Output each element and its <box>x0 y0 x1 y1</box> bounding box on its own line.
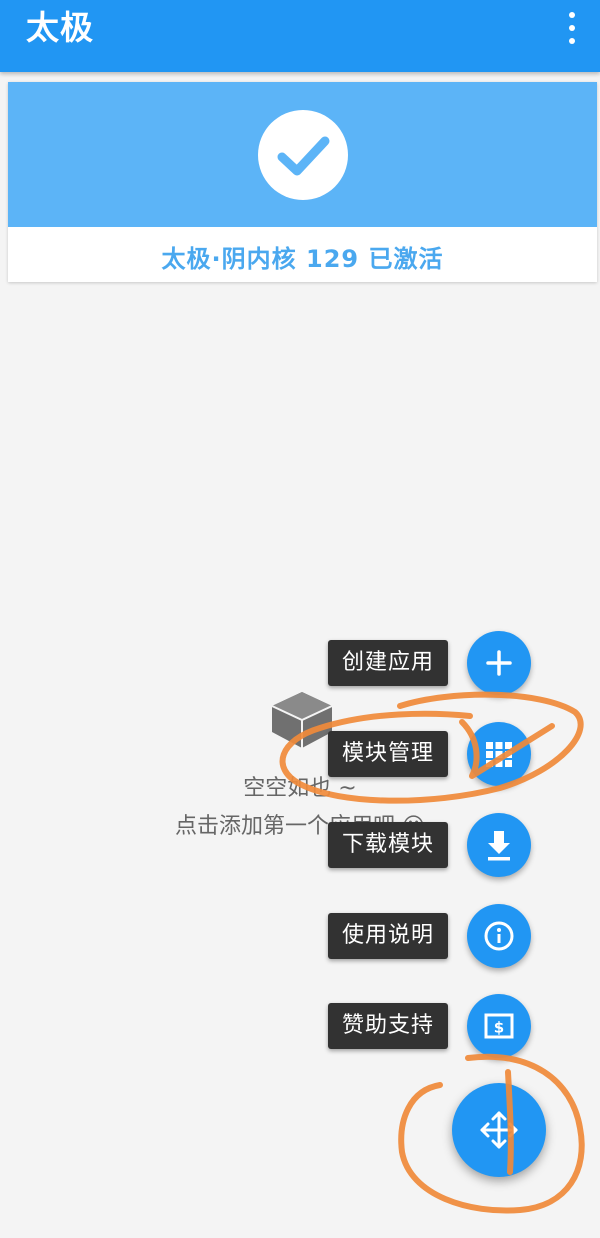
fab-label-sponsor[interactable]: 赞助支持 <box>327 1003 448 1049</box>
grid-icon <box>486 742 512 767</box>
download-module-button[interactable] <box>467 813 531 877</box>
fab-label-instructions[interactable]: 使用说明 <box>327 913 448 959</box>
dollar-icon: $ <box>484 1013 514 1039</box>
more-vert-icon[interactable] <box>562 12 582 44</box>
app-bar: 太极 <box>0 0 600 72</box>
fab-label-download-module[interactable]: 下载模块 <box>327 822 448 868</box>
fab-label-create-app[interactable]: 创建应用 <box>327 640 448 686</box>
app-title: 太极 <box>26 8 94 47</box>
plus-icon <box>486 650 512 676</box>
instructions-button[interactable] <box>467 904 531 968</box>
fab-label-module-manage[interactable]: 模块管理 <box>327 731 448 777</box>
download-icon <box>488 831 510 861</box>
info-icon <box>484 921 514 951</box>
sponsor-button[interactable]: $ <box>467 994 531 1058</box>
move-icon <box>480 1111 518 1149</box>
module-manage-button[interactable] <box>467 722 531 786</box>
svg-text:$: $ <box>494 1019 504 1037</box>
create-app-button[interactable] <box>467 631 531 695</box>
fab-menu: 创建应用 模块管理 下载模块 使用说明 赞助支持 $ <box>0 0 600 1238</box>
fab-main-button[interactable] <box>452 1083 546 1177</box>
